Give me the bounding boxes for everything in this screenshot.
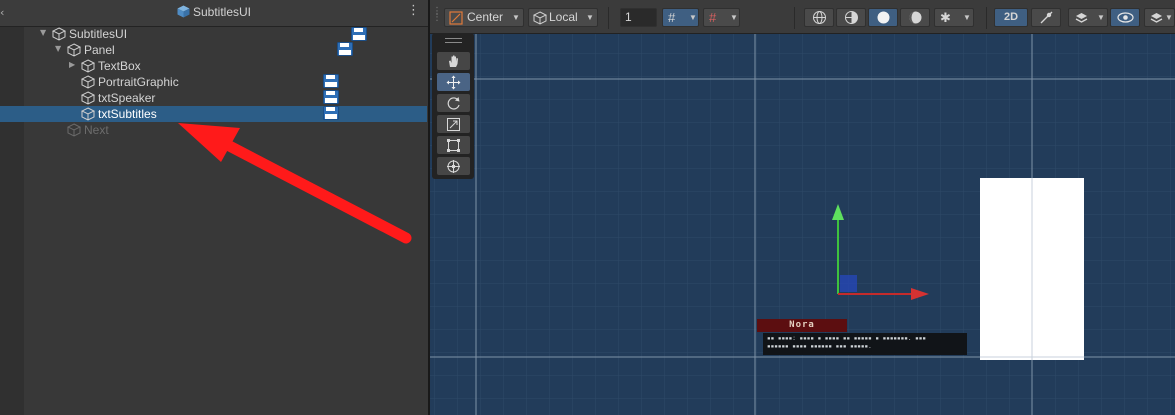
scale-tool-button[interactable] (437, 115, 470, 133)
rect-transform-icon (447, 139, 460, 152)
local-cube-icon (533, 11, 547, 25)
bug-icon: ✱ (940, 10, 951, 25)
wireframe-shading-button[interactable] (804, 8, 834, 27)
pivot-icon (449, 11, 463, 25)
transform-combined-icon (447, 160, 460, 173)
hand-tool-button[interactable] (437, 52, 470, 70)
hierarchy-header: ‹ SubtitlesUI ⋮ (0, 0, 428, 27)
unlit-button[interactable] (900, 8, 930, 27)
tree-item-label: txtSpeaker (98, 91, 156, 105)
grid-size-field[interactable]: 1 (620, 8, 657, 27)
scene-toolbar: ⋮ ⋮ Center ▼ Local ▼ 1 # ▼ # ▼ ✱ ▼ 2D ▼ … (430, 0, 1175, 34)
gameobject-cube-icon (81, 91, 95, 105)
pivot-dropdown[interactable]: Center ▼ (444, 8, 524, 27)
tree-item-label: Next (84, 123, 109, 137)
subtitle-line: ▪▪▪▪▪▪ ▪▪▪▪ ▪▪▪▪▪▪ ▪▪▪ ▪▪▪▪▪. (767, 343, 872, 350)
transform-tool-button[interactable] (437, 157, 470, 175)
hierarchy-panel: ‹ SubtitlesUI ⋮ ▼ SubtitlesUI ▼ Panel ▶ … (0, 0, 428, 415)
lighting-toggle[interactable] (1031, 8, 1061, 27)
tree-item-label: PortraitGraphic (98, 75, 179, 89)
chevron-down-icon: ▼ (689, 13, 697, 22)
unlit-sphere-icon (909, 11, 922, 24)
space-dropdown[interactable]: Local ▼ (528, 8, 598, 27)
hand-icon (449, 55, 458, 67)
tree-item-label: SubtitlesUI (69, 27, 128, 41)
gameobject-cube-icon (67, 123, 81, 137)
move-tool-button[interactable] (437, 73, 470, 91)
tree-item-label: txtSubtitles (98, 107, 157, 121)
subtitle-text-block: ▪▪ ▪▪▪▪: ▪▪▪▪ ▪ ▪▪▪▪ ▪▪ ▪▪▪▪▪ ▪ ▪▪▪▪▪▪▪.… (763, 333, 967, 355)
overlay-drag-handle-icon[interactable] (445, 38, 462, 43)
hierarchy-title: SubtitlesUI (192, 5, 252, 19)
rotate-icon (447, 97, 460, 110)
scale-icon (447, 118, 460, 131)
layers-icon (1150, 13, 1163, 23)
tree-item-label: Panel (84, 43, 115, 57)
gameobject-cube-icon (81, 75, 95, 89)
chevron-down-icon: ▼ (586, 13, 594, 22)
chevron-down-icon: ▼ (1165, 13, 1173, 22)
eye-icon (1117, 12, 1134, 23)
expand-down-icon[interactable]: ▼ (40, 28, 46, 37)
save-icon[interactable] (323, 90, 339, 104)
save-icon[interactable] (351, 27, 367, 41)
transform-tools-overlay (432, 33, 474, 179)
chevron-down-icon: ▼ (1097, 13, 1105, 22)
2d-mode-toggle[interactable]: 2D (994, 8, 1028, 27)
shaded-wireframe-button[interactable] (836, 8, 866, 27)
tree-item-next[interactable]: Next (0, 122, 427, 138)
tree-item-panel[interactable]: ▼ Panel (0, 42, 427, 58)
rotate-tool-button[interactable] (437, 94, 470, 112)
drag-handle-icon[interactable]: ⋮ ⋮ (432, 7, 442, 27)
wireframe-sphere-icon (813, 11, 826, 24)
shaded-sphere-icon (877, 11, 890, 24)
kebab-menu-icon[interactable]: ⋮ (407, 4, 420, 17)
rect-tool-button[interactable] (437, 136, 470, 154)
tree-item-portraitgraphic[interactable]: PortraitGraphic (0, 74, 427, 90)
move-gizmo[interactable] (825, 202, 935, 302)
save-icon[interactable] (323, 74, 339, 88)
tree-item-txtsubtitles[interactable]: txtSubtitles (0, 106, 427, 122)
shaded-wire-sphere-icon (845, 11, 858, 24)
grid-icon: # (668, 10, 676, 25)
x-axis-arrowhead (911, 288, 929, 300)
speaker-name-plate: Nora (757, 319, 847, 332)
save-icon[interactable] (323, 106, 339, 120)
tree-item-textbox[interactable]: ▶ TextBox (0, 58, 427, 74)
increment-snap-toggle[interactable]: # ▼ (703, 8, 740, 27)
grid-snap-toggle[interactable]: # ▼ (662, 8, 699, 27)
debug-draw-mode-dropdown[interactable]: ✱ ▼ (934, 8, 974, 27)
chevron-down-icon: ▼ (512, 13, 520, 22)
snap-grid-icon: # (709, 10, 717, 25)
gameobject-cube-icon (81, 59, 95, 73)
tree-item-label: TextBox (98, 59, 141, 73)
shaded-button[interactable] (868, 8, 898, 27)
expand-down-icon[interactable]: ▼ (55, 44, 61, 53)
subtitle-textbox[interactable]: Nora ▪▪ ▪▪▪▪: ▪▪▪▪ ▪ ▪▪▪▪ ▪▪ ▪▪▪▪▪ ▪ ▪▪▪… (757, 319, 975, 391)
y-axis-arrowhead (832, 204, 844, 220)
gameobject-cube-icon (52, 27, 66, 41)
chevron-down-icon: ▼ (963, 13, 971, 22)
subtitle-line: ▪▪ ▪▪▪▪: ▪▪▪▪ ▪ ▪▪▪▪ ▪▪ ▪▪▪▪▪ ▪ ▪▪▪▪▪▪▪.… (767, 335, 926, 342)
gameobject-cube-icon (67, 43, 81, 57)
scene-effects-dropdown[interactable]: ▼ (1068, 8, 1108, 27)
xy-plane-handle (840, 275, 857, 292)
scene-viewport[interactable]: Nora ▪▪ ▪▪▪▪: ▪▪▪▪ ▪ ▪▪▪▪ ▪▪ ▪▪▪▪▪ ▪ ▪▪▪… (430, 34, 1175, 415)
lighting-off-icon (1040, 11, 1053, 24)
layers-effects-icon (1075, 13, 1088, 23)
scene-view: ⋮ ⋮ Center ▼ Local ▼ 1 # ▼ # ▼ ✱ ▼ 2D ▼ … (430, 0, 1175, 415)
chevron-down-icon: ▼ (730, 13, 738, 22)
save-icon[interactable] (337, 42, 353, 56)
scene-cube-icon (177, 5, 190, 18)
layers-dropdown[interactable]: ▼ (1144, 8, 1175, 27)
scene-visibility-toggle[interactable] (1110, 8, 1140, 27)
expand-right-icon[interactable]: ▶ (69, 60, 75, 69)
gameobject-cube-icon (81, 107, 95, 121)
move-arrows-icon (446, 75, 461, 90)
tree-item-txtspeaker[interactable]: txtSpeaker (0, 90, 427, 106)
